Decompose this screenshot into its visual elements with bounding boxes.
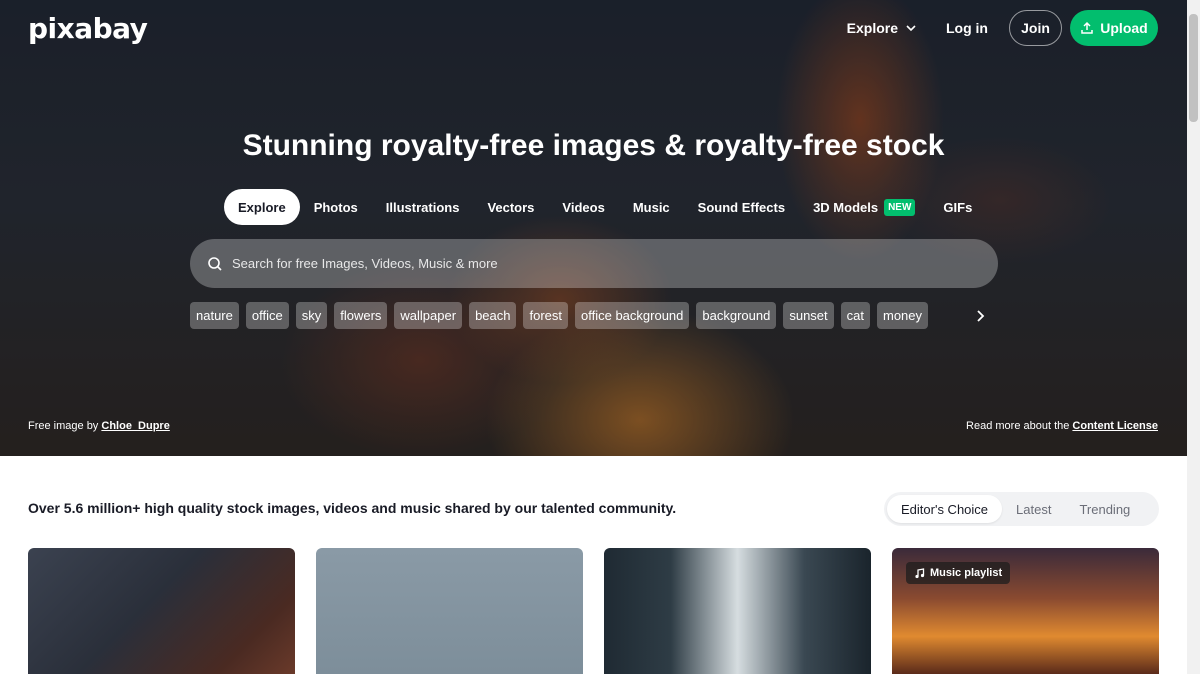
- credit-prefix: Free image by: [28, 420, 102, 432]
- image-card-sunset-palms[interactable]: Music playlist: [892, 548, 1159, 674]
- chip-sunset[interactable]: sunset: [783, 302, 834, 329]
- chip-wallpaper[interactable]: wallpaper: [394, 302, 463, 329]
- tab-3d-models-label: 3D Models: [813, 199, 879, 215]
- chip-money[interactable]: money: [877, 302, 929, 329]
- community-tagline: Over 5.6 million+ high quality stock ima…: [28, 500, 677, 516]
- top-navigation: Explore Log in Join Upload: [847, 10, 1158, 46]
- explore-menu-button[interactable]: Explore: [847, 20, 916, 36]
- tab-gifs[interactable]: GIFs: [929, 189, 986, 225]
- chip-flowers[interactable]: flowers: [334, 302, 388, 329]
- license-note: Read more about the Content License: [966, 420, 1158, 432]
- tab-vectors[interactable]: Vectors: [473, 189, 548, 225]
- chip-sky[interactable]: sky: [295, 302, 328, 329]
- tab-3d-models[interactable]: 3D Models NEW: [799, 189, 929, 225]
- music-playlist-badge: Music playlist: [906, 562, 1011, 584]
- chevron-down-icon: [906, 25, 916, 32]
- chevron-right-icon[interactable]: [971, 307, 989, 325]
- search-icon: [208, 256, 222, 271]
- filter-latest[interactable]: Latest: [1002, 495, 1065, 523]
- content-license-link[interactable]: Content License: [1072, 420, 1158, 432]
- credit-author-link[interactable]: Chloe_Dupre: [101, 420, 169, 432]
- suggested-searches: nature office sky flowers wallpaper beac…: [190, 302, 929, 329]
- hero-headline: Stunning royalty-free images & royalty-f…: [242, 129, 945, 162]
- chip-office[interactable]: office: [245, 302, 289, 329]
- image-card-puffin[interactable]: [316, 548, 583, 674]
- chip-cat[interactable]: cat: [840, 302, 870, 329]
- upload-icon: [1081, 21, 1094, 34]
- chip-forest[interactable]: forest: [523, 302, 568, 329]
- explore-label: Explore: [846, 20, 898, 36]
- join-button[interactable]: Join: [1009, 10, 1062, 46]
- chip-background[interactable]: background: [696, 302, 777, 329]
- chip-office-background[interactable]: office background: [575, 302, 690, 329]
- image-credit: Free image by Chloe_Dupre: [28, 420, 170, 432]
- search-bar[interactable]: [190, 239, 998, 288]
- tab-videos[interactable]: Videos: [548, 189, 618, 225]
- license-prefix: Read more about the: [966, 420, 1073, 432]
- music-playlist-label: Music playlist: [930, 567, 1003, 579]
- feed-filter-toggle: Editor's Choice Latest Trending: [884, 492, 1159, 526]
- hero-overlay: [0, 0, 1187, 456]
- pixabay-logo[interactable]: pixabay: [28, 12, 148, 45]
- media-type-tabs: Explore Photos Illustrations Vectors Vid…: [224, 189, 986, 225]
- upload-button[interactable]: Upload: [1070, 10, 1158, 46]
- chip-nature[interactable]: nature: [190, 302, 239, 329]
- new-badge: NEW: [884, 198, 916, 216]
- music-note-icon: [915, 567, 925, 578]
- login-link[interactable]: Log in: [946, 20, 988, 36]
- page-scrollbar[interactable]: [1187, 0, 1200, 674]
- chip-beach[interactable]: beach: [469, 302, 517, 329]
- search-input[interactable]: [232, 256, 932, 271]
- upload-label: Upload: [1100, 20, 1148, 36]
- image-card-city-street[interactable]: [604, 548, 871, 674]
- tab-explore[interactable]: Explore: [224, 189, 300, 225]
- image-card-night-sky-buildings[interactable]: [28, 548, 295, 674]
- filter-trending[interactable]: Trending: [1065, 495, 1144, 523]
- tab-music[interactable]: Music: [619, 189, 684, 225]
- scrollbar-thumb[interactable]: [1189, 14, 1198, 122]
- tab-illustrations[interactable]: Illustrations: [372, 189, 474, 225]
- tab-sound-effects[interactable]: Sound Effects: [684, 189, 799, 225]
- tab-photos[interactable]: Photos: [300, 189, 372, 225]
- hero-banner: pixabay Explore Log in Join Upload Stunn…: [0, 0, 1187, 456]
- filter-editors-choice[interactable]: Editor's Choice: [887, 495, 1003, 523]
